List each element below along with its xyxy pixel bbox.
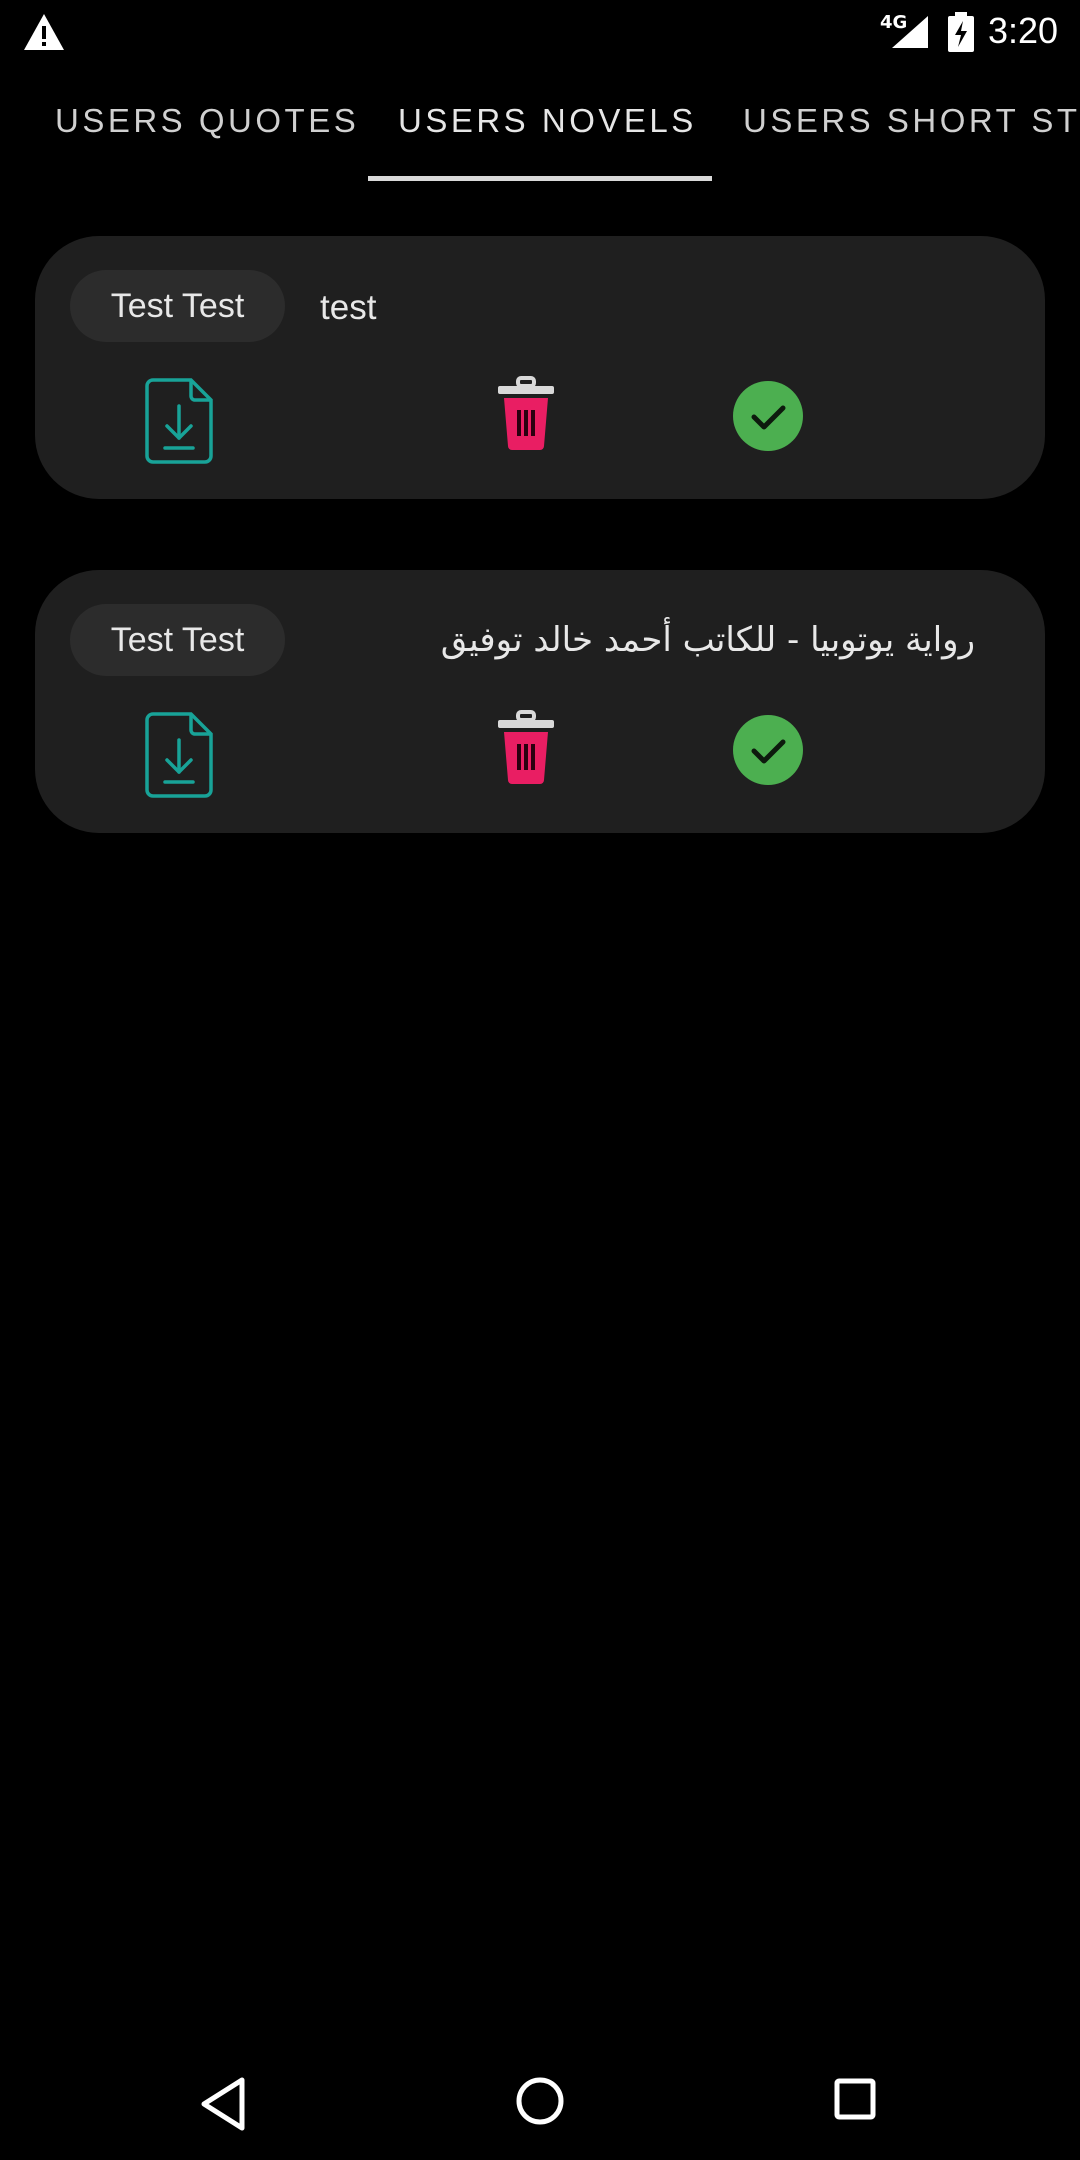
delete-icon[interactable]: [496, 376, 556, 450]
approve-check-icon[interactable]: [732, 380, 804, 452]
tab-users-novels[interactable]: USERS NOVELS: [398, 102, 697, 140]
approve-check-icon[interactable]: [732, 714, 804, 786]
signal-icon: [892, 16, 928, 48]
selected-tab-indicator: [368, 176, 712, 181]
tab-users-quotes[interactable]: USERS QUOTES: [55, 102, 359, 140]
tab-users-short-stories[interactable]: USERS SHORT STO: [743, 102, 1080, 140]
novel-title: رواية يوتوبيا - للكاتب أحمد خالد توفيق: [440, 620, 975, 660]
download-file-icon[interactable]: [143, 710, 215, 800]
battery-charging-icon: [948, 12, 974, 52]
home-icon[interactable]: [515, 2076, 565, 2126]
navigation-bar: [0, 2040, 1080, 2160]
download-file-icon[interactable]: [143, 376, 215, 466]
novel-card: Test Test test: [35, 236, 1045, 499]
author-chip[interactable]: Test Test: [70, 604, 285, 676]
warning-icon: [24, 14, 64, 50]
recents-icon[interactable]: [834, 2078, 876, 2120]
novel-title: test: [320, 288, 377, 327]
novel-card: Test Test رواية يوتوبيا - للكاتب أحمد خا…: [35, 570, 1045, 833]
status-bar: 4G 3:20: [0, 0, 1080, 66]
status-clock: 3:20: [988, 10, 1059, 51]
tab-bar: USERS QUOTES USERS NOVELS USERS SHORT ST…: [0, 88, 1080, 184]
back-icon[interactable]: [198, 2076, 248, 2132]
delete-icon[interactable]: [496, 710, 556, 784]
author-chip[interactable]: Test Test: [70, 270, 285, 342]
